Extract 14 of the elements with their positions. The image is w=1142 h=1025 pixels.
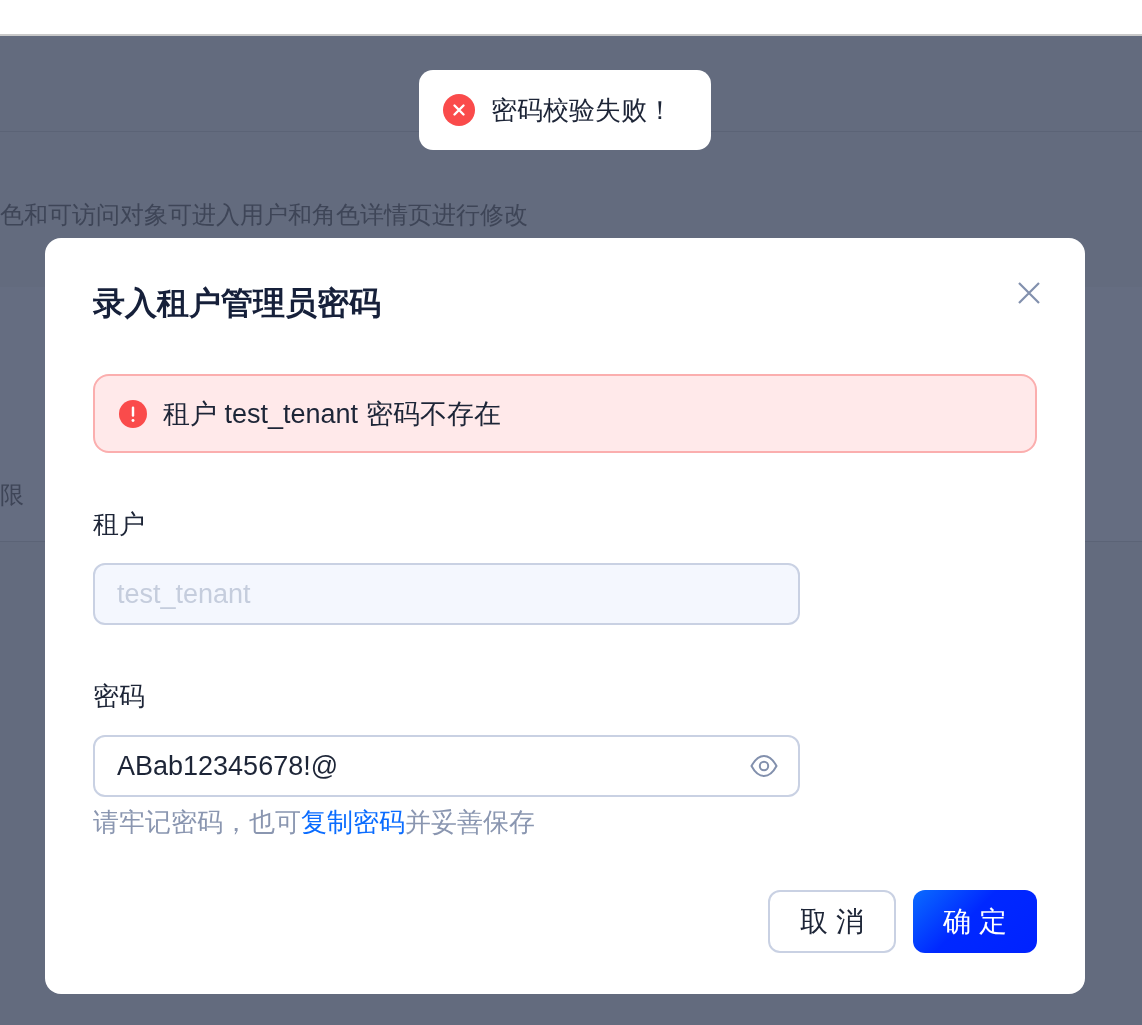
copy-password-link[interactable]: 复制密码 bbox=[301, 807, 405, 837]
alert-error-icon bbox=[119, 399, 147, 428]
dialog-title: 录入租户管理员密码 bbox=[93, 284, 381, 323]
toast-message: 密码校验失败！ bbox=[491, 94, 673, 127]
field-label: 租户 bbox=[93, 508, 145, 541]
cancel-button[interactable]: 取 消 bbox=[768, 890, 897, 953]
password-input[interactable]: ABab12345678!@ bbox=[93, 735, 800, 797]
toast-error-icon bbox=[443, 94, 475, 126]
confirm-button[interactable]: 确 定 bbox=[913, 890, 1037, 953]
alert-message: 租户 test_tenant 密码不存在 bbox=[163, 397, 501, 431]
eye-icon[interactable] bbox=[750, 753, 778, 779]
password-hint: 请牢记密码，也可复制密码并妥善保存 bbox=[93, 806, 535, 839]
close-icon[interactable] bbox=[1017, 281, 1041, 305]
field-label: 密码 bbox=[93, 680, 145, 713]
